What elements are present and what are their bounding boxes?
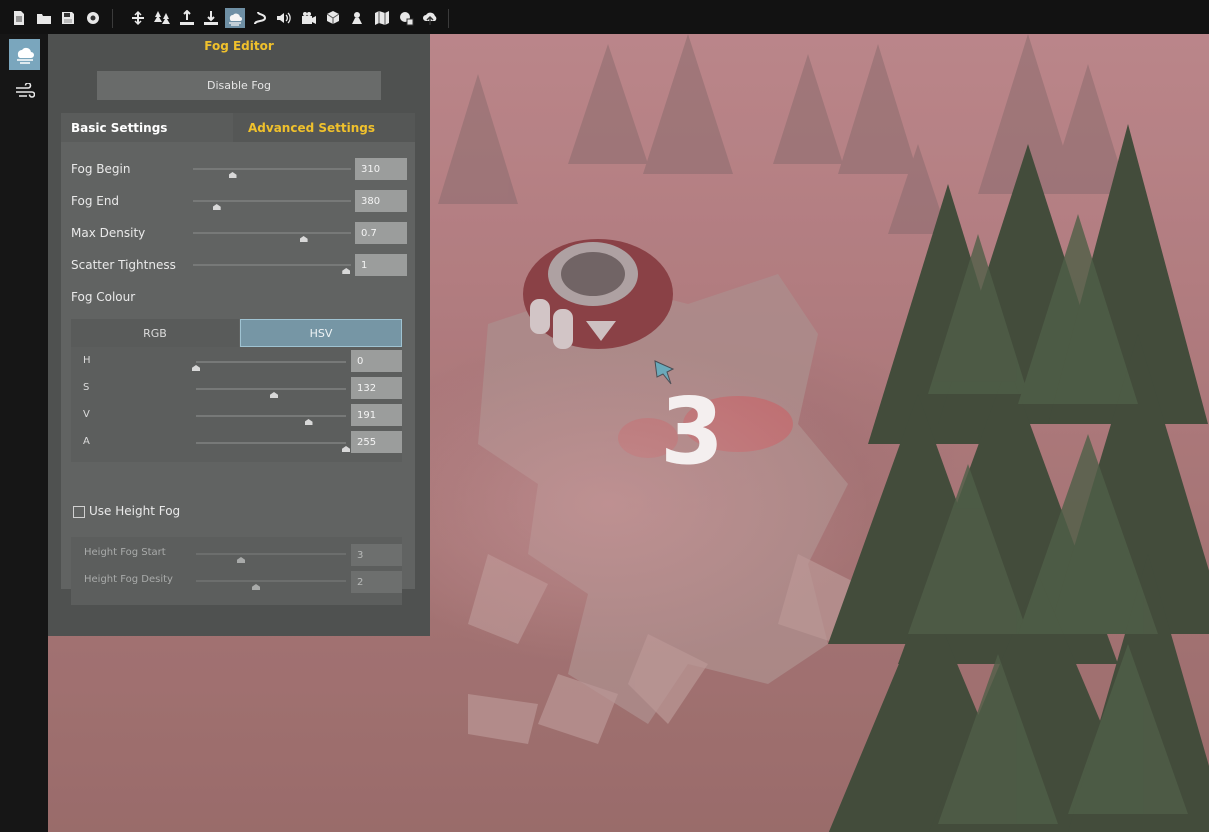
side-tab-bar [0, 34, 48, 832]
alpha-slider-handle[interactable] [342, 446, 350, 452]
height-fog-density-slider-handle[interactable] [252, 584, 260, 590]
terrain-raise-icon[interactable] [177, 8, 197, 28]
saturation-input[interactable]: 132 [351, 377, 402, 399]
height-fog-start-input[interactable]: 3 [351, 544, 402, 566]
lighting-icon[interactable] [347, 8, 367, 28]
tab-advanced-settings[interactable]: Advanced Settings [233, 113, 415, 142]
height-fog-start-slider[interactable] [196, 553, 346, 555]
max-density-input[interactable]: 0.7 [355, 222, 407, 244]
fog-tab[interactable] [9, 39, 40, 70]
hue-slider[interactable] [196, 361, 346, 363]
fog-begin-label: Fog Begin [71, 162, 131, 176]
audio-icon[interactable] [274, 8, 294, 28]
path-icon[interactable] [250, 8, 270, 28]
max-density-slider-handle[interactable] [299, 236, 308, 242]
props-icon[interactable] [323, 8, 343, 28]
map-icon[interactable] [372, 8, 392, 28]
new-file-icon[interactable] [9, 8, 29, 28]
fog-end-input[interactable]: 380 [355, 190, 407, 212]
scatter-tightness-slider[interactable] [193, 264, 351, 266]
fog-icon[interactable] [225, 8, 245, 28]
value-input[interactable]: 191 [351, 404, 402, 426]
height-fog-controls: Height Fog Start 3 Height Fog Desity 2 [71, 537, 402, 605]
hue-input[interactable]: 0 [351, 350, 402, 372]
value-label: V [83, 409, 90, 420]
fog-icon [16, 47, 34, 64]
value-slider[interactable] [196, 415, 346, 417]
fog-colour-label: Fog Colour [71, 290, 136, 304]
top-toolbar [0, 0, 1209, 34]
disable-fog-button[interactable]: Disable Fog [97, 71, 381, 100]
tab-basic-settings[interactable]: Basic Settings [61, 113, 233, 142]
terrain-flatten-icon[interactable] [128, 8, 148, 28]
max-density-label: Max Density [71, 226, 146, 240]
height-fog-density-slider[interactable] [196, 580, 346, 582]
height-fog-start-slider-handle[interactable] [237, 557, 245, 563]
save-icon[interactable] [58, 8, 78, 28]
colour-tab-hsv[interactable]: HSV [240, 319, 402, 347]
camera-icon[interactable] [299, 8, 319, 28]
wind-icon [15, 82, 35, 98]
advanced-settings-content: Fog Begin 310 Fog End 380 Max Density 0.… [61, 142, 415, 605]
fog-end-slider[interactable] [193, 200, 351, 202]
saturation-slider[interactable] [196, 388, 346, 390]
fog-begin-slider-handle[interactable] [228, 172, 237, 178]
hue-slider-handle[interactable] [192, 365, 200, 371]
alpha-label: A [83, 436, 90, 447]
fog-editor-panel: Fog Editor Disable Fog Basic Settings Ad… [48, 34, 430, 636]
upload-icon[interactable] [420, 8, 440, 28]
wind-tab[interactable] [9, 75, 40, 106]
hsv-controls: H 0 S 132 V 191 A 255 [71, 347, 402, 462]
toolbar-divider [448, 9, 449, 28]
alpha-slider[interactable] [196, 442, 346, 444]
use-height-fog-checkbox[interactable] [73, 506, 85, 518]
scatter-tightness-slider-handle[interactable] [342, 268, 351, 274]
zone-marker-number: 3 [660, 378, 725, 485]
max-density-slider[interactable] [193, 232, 351, 234]
forest-icon[interactable] [152, 8, 172, 28]
height-fog-density-label: Height Fog Desity [84, 574, 173, 585]
scatter-tightness-label: Scatter Tightness [71, 258, 176, 272]
height-fog-start-label: Height Fog Start [84, 547, 166, 558]
fog-end-slider-handle[interactable] [212, 204, 221, 210]
toolbar-divider [112, 9, 113, 28]
fog-begin-slider[interactable] [193, 168, 351, 170]
terrain-lower-icon[interactable] [201, 8, 221, 28]
settings-gear-icon[interactable] [83, 8, 103, 28]
hue-label: H [83, 355, 91, 366]
scatter-tightness-input[interactable]: 1 [355, 254, 407, 276]
value-slider-handle[interactable] [304, 419, 313, 425]
colour-tab-rgb[interactable]: RGB [71, 319, 239, 347]
plugin-icon[interactable] [396, 8, 416, 28]
fog-begin-input[interactable]: 310 [355, 158, 407, 180]
saturation-label: S [83, 382, 90, 393]
fog-end-label: Fog End [71, 194, 120, 208]
panel-title: Fog Editor [204, 39, 274, 53]
open-folder-icon[interactable] [34, 8, 54, 28]
use-height-fog-label[interactable]: Use Height Fog [89, 504, 180, 518]
alpha-input[interactable]: 255 [351, 431, 402, 453]
height-fog-density-input[interactable]: 2 [351, 571, 402, 593]
saturation-slider-handle[interactable] [270, 392, 278, 398]
